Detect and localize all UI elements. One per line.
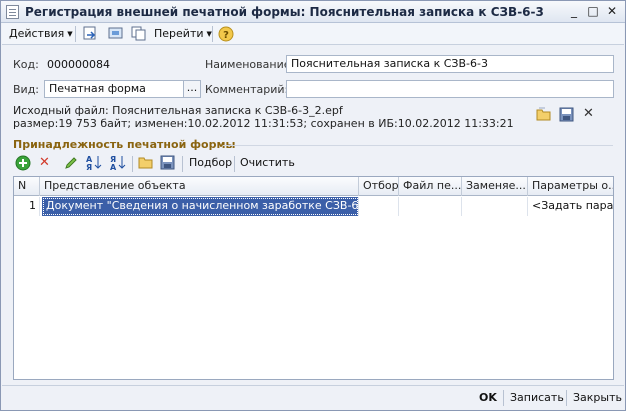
- open-file-button[interactable]: [536, 107, 552, 125]
- group-divider: [223, 145, 613, 146]
- objects-table[interactable]: N Представление объекта Отбор Файл пе...…: [13, 176, 614, 380]
- copy-icon: [131, 26, 146, 41]
- row-replaced-cell[interactable]: [462, 197, 528, 216]
- maximize-button[interactable]: □: [586, 5, 600, 19]
- floppy-disk-icon: [559, 107, 574, 122]
- svg-text:?: ?: [223, 30, 229, 41]
- name-label: Наименование:: [205, 58, 295, 71]
- comment-label: Комментарий:: [205, 83, 289, 96]
- add-icon: [15, 155, 31, 171]
- edit-row-button[interactable]: [63, 155, 79, 174]
- select-button[interactable]: Подбор: [189, 155, 232, 171]
- document-icon: [6, 5, 19, 19]
- delete-icon: ✕: [39, 155, 50, 170]
- goto-menu[interactable]: Перейти ▼: [154, 26, 212, 42]
- sort-ascending-button[interactable]: A Я: [85, 154, 103, 174]
- minimize-button[interactable]: _: [567, 5, 581, 19]
- comment-field[interactable]: [286, 80, 614, 98]
- type-label: Вид:: [13, 83, 40, 96]
- row-object-cell[interactable]: Документ "Сведения о начисленном заработ…: [42, 197, 359, 216]
- footer-divider: [503, 390, 504, 406]
- table-row[interactable]: 1 Документ "Сведения о начисленном зараб…: [14, 197, 613, 216]
- save-to-file-button[interactable]: [81, 26, 99, 42]
- footer-bar: OK Записать Закрыть: [2, 385, 624, 409]
- title-bar: Регистрация внешней печатной формы: Пояс…: [1, 1, 625, 23]
- goto-label: Перейти: [154, 27, 204, 40]
- type-field[interactable]: Печатная форма: [44, 80, 184, 98]
- sort-za-icon: Я A: [110, 155, 126, 172]
- column-header-object[interactable]: Представление объекта: [40, 177, 359, 196]
- toolbar-divider: [212, 26, 213, 42]
- code-label: Код:: [13, 58, 39, 71]
- row-params-cell[interactable]: <Задать пара...: [528, 197, 613, 216]
- toolbar-divider: [75, 26, 76, 42]
- svg-text:Я: Я: [86, 163, 92, 171]
- copy-form-button[interactable]: [130, 26, 148, 42]
- help-button[interactable]: ?: [218, 26, 236, 42]
- close-button[interactable]: Закрыть: [573, 390, 622, 406]
- clear-button[interactable]: Очистить: [240, 155, 295, 171]
- close-icon: ✕: [583, 106, 594, 121]
- source-file-info: Исходный файл: Пояснительная записка к С…: [13, 104, 343, 117]
- table-header: N Представление объекта Отбор Файл пе...…: [14, 177, 613, 196]
- sort-az-icon: A Я: [86, 155, 102, 172]
- export-arrow-icon: [83, 26, 96, 40]
- delete-file-button[interactable]: ✕: [583, 106, 594, 121]
- close-window-button[interactable]: ✕: [605, 5, 619, 19]
- load-from-file-button[interactable]: [138, 155, 154, 173]
- add-row-button[interactable]: [15, 155, 31, 174]
- save-button[interactable]: Записать: [510, 390, 564, 406]
- name-field[interactable]: Пояснительная записка к СЗВ-6-3: [286, 55, 614, 73]
- column-header-filter[interactable]: Отбор: [359, 177, 399, 196]
- chevron-down-icon: ▼: [67, 30, 73, 38]
- column-header-replaced[interactable]: Заменяе...: [462, 177, 528, 196]
- column-header-n[interactable]: N: [14, 177, 40, 196]
- sort-descending-button[interactable]: Я A: [109, 154, 127, 174]
- file-details-info: размер:19 753 байт; изменен:10.02.2012 1…: [13, 117, 514, 130]
- folder-open-icon: [536, 107, 551, 121]
- row-file-cell[interactable]: [399, 197, 462, 216]
- toolbar: Действия ▼ Перейти ▼ ?: [2, 23, 624, 45]
- floppy-disk-icon: [160, 155, 175, 170]
- delete-row-button[interactable]: ✕: [39, 155, 50, 170]
- window-title: Регистрация внешней печатной формы: Пояс…: [25, 5, 544, 19]
- row-filter-cell[interactable]: [359, 197, 399, 216]
- group-title: Принадлежность печатной формы: [13, 138, 236, 151]
- save-to-file-group-button[interactable]: [160, 155, 175, 173]
- type-select-button[interactable]: ...: [183, 80, 201, 98]
- group-toolbar-divider: [182, 156, 183, 172]
- group-toolbar-divider: [234, 156, 235, 172]
- actions-label: Действия: [9, 27, 65, 40]
- column-header-params[interactable]: Параметры о...: [528, 177, 613, 196]
- registration-window: Регистрация внешней печатной формы: Пояс…: [0, 0, 626, 411]
- row-number: 1: [14, 197, 40, 216]
- code-value: 000000084: [47, 58, 110, 71]
- folder-open-icon: [138, 157, 153, 169]
- open-form-button[interactable]: [107, 26, 125, 42]
- footer-divider: [566, 390, 567, 406]
- group-toolbar-divider: [132, 156, 133, 172]
- screen-icon: [108, 27, 123, 39]
- svg-text:A: A: [110, 163, 117, 171]
- actions-menu[interactable]: Действия ▼: [9, 26, 73, 42]
- column-header-file[interactable]: Файл пе...: [399, 177, 462, 196]
- pencil-icon: [65, 157, 77, 169]
- save-file-button[interactable]: [559, 107, 574, 125]
- ok-button[interactable]: OK: [479, 390, 497, 406]
- question-icon: ?: [218, 26, 234, 42]
